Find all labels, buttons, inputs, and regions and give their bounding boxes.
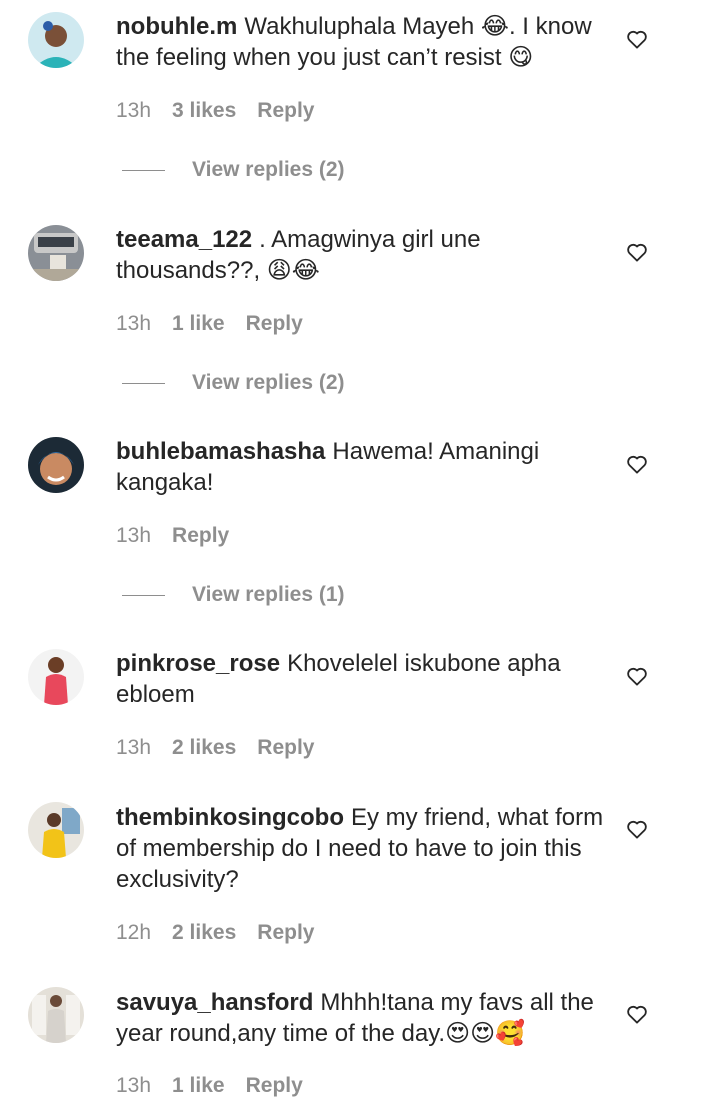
comment-time: 13h [116, 99, 152, 122]
divider [122, 594, 165, 596]
reply-button[interactable]: Reply [257, 736, 314, 759]
comment-meta: 13h 1 like Reply [116, 1074, 324, 1098]
comment-username[interactable]: teeama_122 [116, 226, 252, 253]
heart-outline-icon[interactable] [626, 666, 648, 686]
comment-likes[interactable]: 2 likes [172, 921, 236, 944]
view-replies-button[interactable]: View replies (1) [122, 583, 345, 607]
view-replies-button[interactable]: View replies (2) [122, 158, 345, 182]
comment-username[interactable]: thembinkosingcobo [116, 804, 344, 831]
comment-time: 13h [116, 312, 152, 335]
comment-body: teeama_122. Amagwinya girl une thousands… [116, 224, 606, 286]
heart-outline-icon[interactable] [626, 29, 648, 49]
avatar[interactable] [28, 649, 84, 705]
comment-body: pinkrose_rose Khovelelel iskubone apha eb… [116, 648, 606, 710]
comment-meta: 13h 2 likes Reply [116, 736, 335, 760]
avatar[interactable] [28, 225, 84, 281]
avatar[interactable] [28, 987, 84, 1043]
comment-likes[interactable]: 2 likes [172, 736, 236, 759]
comment-body: buhlebamashasha Hawema! Amaningi kangaka! [116, 436, 606, 498]
reply-button[interactable]: Reply [257, 99, 314, 122]
comment-likes[interactable]: 1 like [172, 1074, 225, 1097]
comment-username[interactable]: buhlebamashasha [116, 438, 325, 465]
reply-button[interactable]: Reply [257, 921, 314, 944]
comment-body: savuya_hansford Mhhh!tana my favs all the… [116, 987, 606, 1049]
comment-likes[interactable]: 1 like [172, 312, 225, 335]
comment-meta: 12h 2 likes Reply [116, 921, 335, 945]
avatar[interactable] [28, 12, 84, 68]
avatar[interactable] [28, 437, 84, 493]
avatar[interactable] [28, 802, 84, 858]
reply-button[interactable]: Reply [172, 524, 229, 547]
comment-username[interactable]: savuya_hansford [116, 989, 313, 1016]
comment-meta: 13h 1 like Reply [116, 312, 324, 336]
comment-username[interactable]: pinkrose_rose [116, 650, 280, 677]
comment-time: 13h [116, 1074, 152, 1097]
view-replies-label: View replies (1) [192, 583, 345, 606]
heart-outline-icon[interactable] [626, 819, 648, 839]
comment-time: 13h [116, 524, 152, 547]
view-replies-button[interactable]: View replies (2) [122, 371, 345, 395]
heart-outline-icon[interactable] [626, 1004, 648, 1024]
reply-button[interactable]: Reply [246, 312, 303, 335]
divider [122, 169, 165, 171]
reply-button[interactable]: Reply [246, 1074, 303, 1097]
comment-meta: 13h 3 likes Reply [116, 99, 335, 123]
comment-username[interactable]: nobuhle.m [116, 13, 237, 40]
heart-outline-icon[interactable] [626, 242, 648, 262]
comment-time: 12h [116, 921, 152, 944]
divider [122, 382, 165, 384]
comment-body: nobuhle.m Wakhuluphala Mayeh 😂. I know th… [116, 11, 606, 73]
comment-body: thembinkosingcobo Ey my friend, what form… [116, 802, 606, 895]
comment-meta: 13h Reply [116, 524, 250, 548]
comment-likes[interactable]: 3 likes [172, 99, 236, 122]
view-replies-label: View replies (2) [192, 158, 345, 181]
comment-time: 13h [116, 736, 152, 759]
heart-outline-icon[interactable] [626, 454, 648, 474]
view-replies-label: View replies (2) [192, 371, 345, 394]
